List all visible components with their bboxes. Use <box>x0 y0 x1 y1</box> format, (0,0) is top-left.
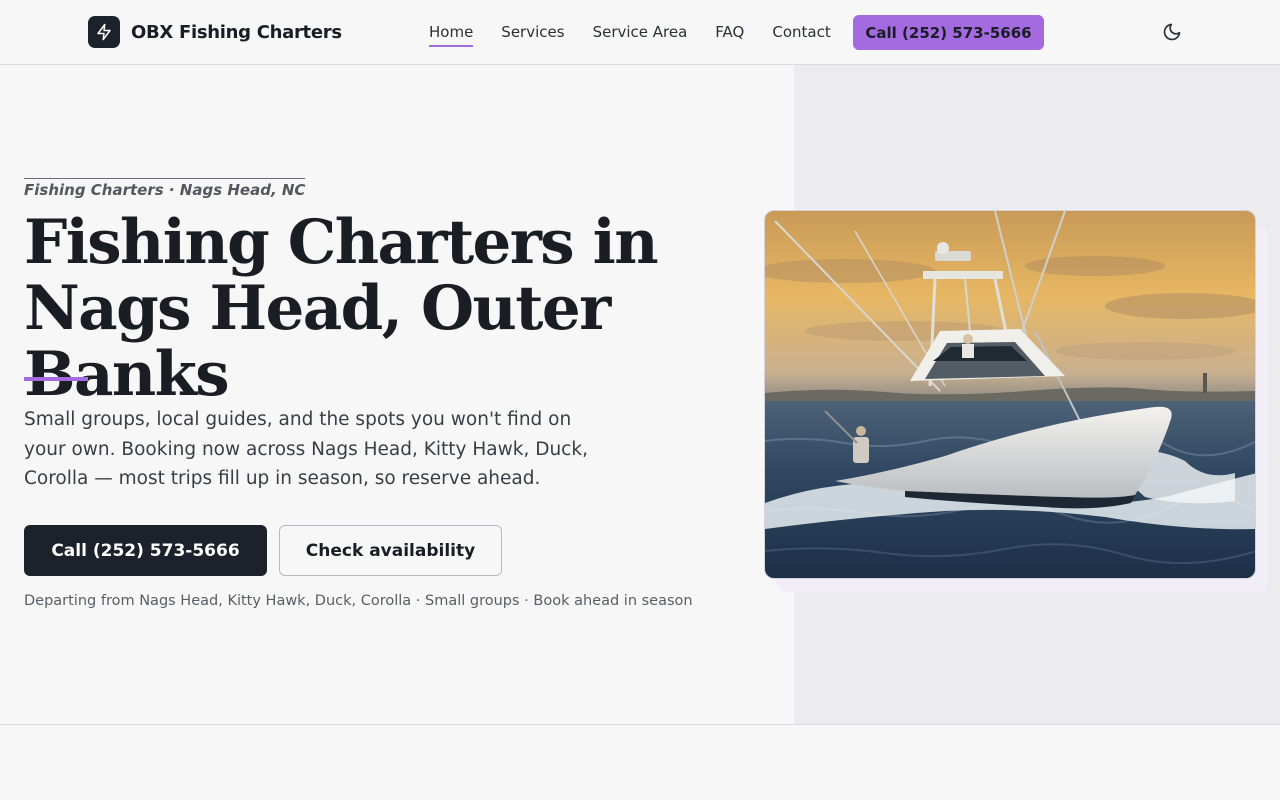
main-nav: Home Services Service Area FAQ Contact <box>429 0 859 64</box>
hero-title: Fishing Charters in Nags Head, Outer Ban… <box>24 210 764 408</box>
nav-link-services[interactable]: Services <box>501 23 564 41</box>
bolt-icon <box>88 16 120 48</box>
nav-link-home[interactable]: Home <box>429 23 474 47</box>
header-call-button[interactable]: Call (252) 573-5666 <box>853 15 1044 50</box>
nav-link-faq[interactable]: FAQ <box>715 23 744 41</box>
nav-link-contact[interactable]: Contact <box>772 23 830 41</box>
hero-eyebrow: Fishing Charters · Nags Head, NC <box>24 178 306 199</box>
brand-name: OBX Fishing Charters <box>131 21 342 43</box>
hero-title-line-2: Nags Head, Outer Banks <box>24 273 611 410</box>
accent-divider <box>24 377 88 381</box>
call-button[interactable]: Call (252) 573-5666 <box>24 525 267 576</box>
site-header: OBX Fishing Charters Home Services Servi… <box>0 0 1280 65</box>
brand-link[interactable]: OBX Fishing Charters <box>88 16 342 48</box>
moon-icon <box>1163 23 1181 41</box>
hero-title-line-1: Fishing Charters in <box>24 207 659 278</box>
nav-link-service-area[interactable]: Service Area <box>593 23 688 41</box>
hero-description: Small groups, local guides, and the spot… <box>24 409 588 489</box>
theme-toggle-button[interactable] <box>1160 20 1184 44</box>
check-availability-button[interactable]: Check availability <box>279 525 502 576</box>
hero-meta: Departing from Nags Head, Kitty Hawk, Du… <box>24 593 693 609</box>
hero-boat-image <box>764 210 1256 579</box>
section-divider <box>0 724 1280 725</box>
